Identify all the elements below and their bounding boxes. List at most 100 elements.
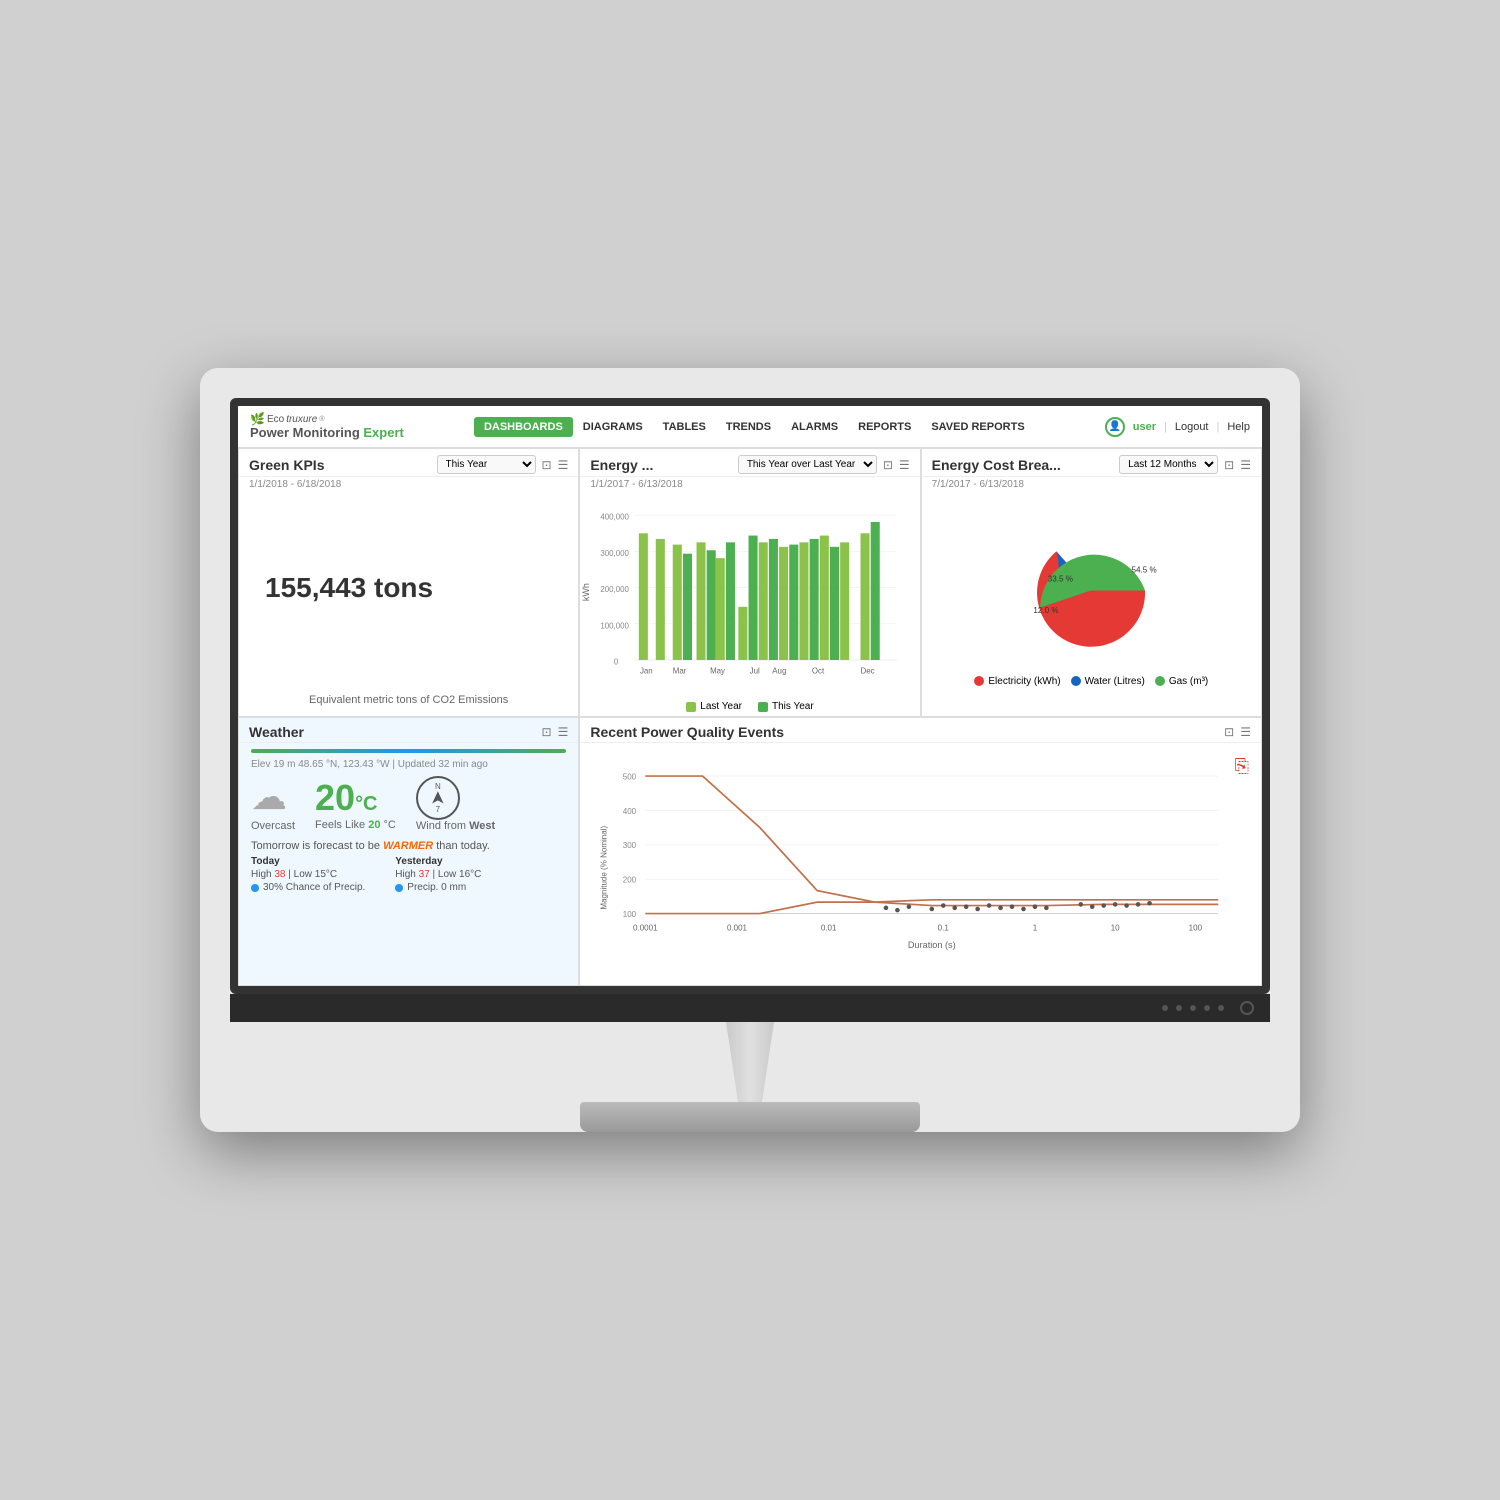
svg-text:0.1: 0.1 [938, 924, 950, 933]
power-button-icon[interactable] [1240, 1001, 1254, 1015]
legend-last-year: Last Year [686, 701, 742, 712]
green-kpis-expand-btn[interactable]: ⊡ [542, 458, 552, 472]
today-temps: High 38 | Low 15°C [251, 869, 365, 880]
side-panel-tab[interactable]: › [1261, 832, 1262, 872]
yesterday-precip: Precip. 0 mm [395, 882, 481, 893]
nav-tables[interactable]: TABLES [653, 417, 716, 437]
svg-text:12.0 %: 12.0 % [1034, 606, 1059, 615]
precip-dot2-icon [395, 884, 403, 892]
green-kpis-menu-btn[interactable]: ☰ [558, 458, 569, 472]
pq-export-icon[interactable]: ⎘ [1235, 756, 1249, 777]
monitor-dot-3 [1190, 1005, 1196, 1011]
nav-dashboards[interactable]: DASHBOARDS [474, 417, 573, 437]
nav-saved-reports[interactable]: SAVED REPORTS [921, 417, 1034, 437]
legend-gas: Gas (m³) [1155, 676, 1208, 687]
legend-this-year-dot [758, 702, 768, 712]
energy-cost-expand-btn[interactable]: ⊡ [1224, 458, 1234, 472]
legend-water-label: Water (Litres) [1085, 676, 1145, 687]
energy-legend: Last Year This Year [580, 701, 919, 716]
monitor-stand-base [580, 1102, 920, 1132]
svg-text:Aug: Aug [773, 667, 787, 676]
legend-this-year: This Year [758, 701, 814, 712]
legend-last-year-dot [686, 702, 696, 712]
pq-title: Recent Power Quality Events [590, 724, 784, 740]
svg-text:300,000: 300,000 [601, 549, 630, 558]
today-label: Today [251, 856, 365, 867]
brand-reg: ® [319, 416, 324, 424]
svg-text:1: 1 [1033, 924, 1038, 933]
monitor-dot-2 [1176, 1005, 1182, 1011]
green-kpis-date: 1/1/2018 - 6/18/2018 [239, 477, 578, 490]
svg-text:Oct: Oct [812, 667, 825, 676]
brand-truxure: truxure [286, 414, 317, 425]
energy-menu-btn[interactable]: ☰ [899, 458, 910, 472]
panel-green-kpis-header: Green KPIs This Year Last Year Last 12 M… [239, 449, 578, 477]
energy-controls: This Year over Last Year This Year Last … [738, 455, 910, 474]
pie-chart: 54.5 % 33.5 % 12.0 % [1001, 520, 1181, 670]
green-kpis-title: Green KPIs [249, 457, 324, 473]
panel-power-quality: Recent Power Quality Events ⊡ ☰ ⎘ Magnit… [579, 717, 1262, 986]
user-icon: 👤 [1105, 417, 1125, 437]
svg-text:0.01: 0.01 [821, 924, 837, 933]
panel-energy-header: Energy ... This Year over Last Year This… [580, 449, 919, 477]
user-area: 👤 user | Logout | Help [1105, 417, 1250, 437]
legend-electricity-label: Electricity (kWh) [988, 676, 1060, 687]
legend-water-dot [1071, 676, 1081, 686]
energy-cost-period-select[interactable]: Last 12 Months This Year [1119, 455, 1218, 474]
svg-text:0: 0 [614, 657, 619, 666]
pie-container: 54.5 % 33.5 % 12.0 % Electricity (kWh) [922, 490, 1261, 716]
compass-number: 7 [436, 805, 440, 814]
yesterday-temps: High 37 | Low 16°C [395, 869, 481, 880]
yesterday-weather: Yesterday High 37 | Low 16°C Precip. 0 m… [395, 856, 481, 893]
kpi-label: Equivalent metric tons of CO2 Emissions [239, 694, 578, 706]
today-weather: Today High 38 | Low 15°C 30% Chance of P… [251, 856, 365, 893]
weather-compass: N ➤ 7 [416, 776, 460, 820]
monitor-dot-4 [1204, 1005, 1210, 1011]
energy-date: 1/1/2017 - 6/13/2018 [580, 477, 919, 490]
help-link[interactable]: Help [1227, 421, 1250, 433]
logout-link[interactable]: Logout [1175, 421, 1209, 433]
panel-energy: Energy ... This Year over Last Year This… [579, 448, 920, 717]
weather-feels-temp: 20 [368, 819, 380, 831]
legend-last-year-label: Last Year [700, 701, 742, 712]
weather-days: Today High 38 | Low 15°C 30% Chance of P… [251, 856, 566, 893]
nav-area: DASHBOARDS DIAGRAMS TABLES TRENDS ALARMS… [474, 417, 1035, 437]
svg-text:Duration (s): Duration (s) [908, 940, 956, 950]
monitor-dot-5 [1218, 1005, 1224, 1011]
panel-weather-header: Weather ⊡ ☰ [239, 718, 578, 743]
energy-cost-menu-btn[interactable]: ☰ [1240, 458, 1251, 472]
nav-alarms[interactable]: ALARMS [781, 417, 848, 437]
panel-energy-cost: Energy Cost Brea... Last 12 Months This … [921, 448, 1262, 717]
nav-diagrams[interactable]: DIAGRAMS [573, 417, 653, 437]
svg-text:33.5 %: 33.5 % [1048, 574, 1073, 583]
energy-expand-btn[interactable]: ⊡ [883, 458, 893, 472]
legend-this-year-label: This Year [772, 701, 814, 712]
pq-menu-btn[interactable]: ☰ [1240, 725, 1251, 739]
svg-text:200: 200 [623, 876, 637, 885]
weather-temp: 20°C [315, 777, 378, 818]
energy-period-select[interactable]: This Year over Last Year This Year Last … [738, 455, 877, 474]
energy-bar-chart: kWh 400,000 300,000 200,000 100,000 0 [580, 490, 919, 701]
pq-expand-btn[interactable]: ⊡ [1224, 725, 1234, 739]
svg-text:0.0001: 0.0001 [633, 924, 658, 933]
svg-text:May: May [710, 667, 725, 676]
legend-electricity-dot [974, 676, 984, 686]
green-kpis-period-select[interactable]: This Year Last Year Last 12 Months [437, 455, 536, 474]
legend-gas-dot [1155, 676, 1165, 686]
energy-cost-date: 7/1/2017 - 6/13/2018 [922, 477, 1261, 490]
nav-reports[interactable]: REPORTS [848, 417, 921, 437]
svg-text:Jul: Jul [750, 667, 760, 676]
svg-text:100: 100 [1189, 924, 1203, 933]
energy-title: Energy ... [590, 457, 653, 473]
weather-expand-btn[interactable]: ⊡ [542, 725, 552, 739]
nav-trends[interactable]: TRENDS [716, 417, 781, 437]
yesterday-low: 16°C [459, 869, 481, 880]
weather-progress-bar [251, 749, 566, 753]
energy-chart-area: kWh 400,000 300,000 200,000 100,000 0 [580, 490, 919, 701]
username: user [1133, 421, 1156, 433]
svg-text:200,000: 200,000 [601, 585, 630, 594]
weather-menu-btn[interactable]: ☰ [558, 725, 569, 739]
weather-title: Weather [249, 724, 304, 740]
logo-area: 🌿 Eco truxure ® Power Monitoring Expert [250, 413, 404, 440]
svg-text:300: 300 [623, 841, 637, 850]
